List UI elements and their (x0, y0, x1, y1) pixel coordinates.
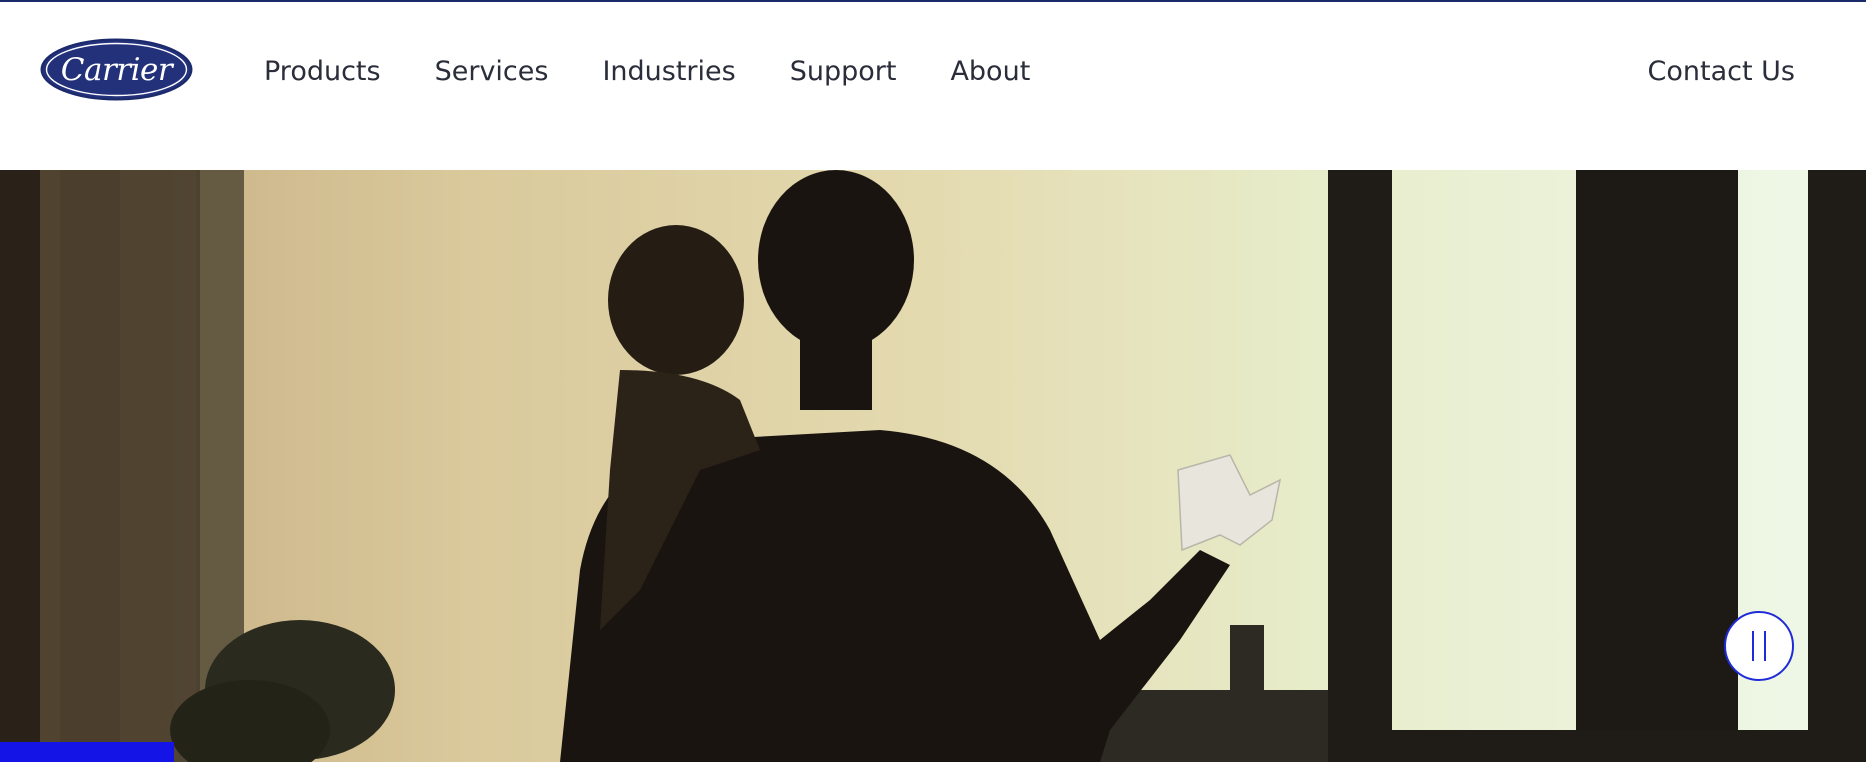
nav-item-services[interactable]: Services (435, 50, 549, 94)
pause-button[interactable] (1724, 611, 1794, 681)
site-header: Carrier Products Services Industries Sup… (0, 2, 1866, 170)
pause-icon (1747, 631, 1771, 661)
primary-nav: Products Services Industries Support Abo… (264, 50, 1084, 94)
nav-item-products[interactable]: Products (264, 50, 381, 94)
nav-item-support[interactable]: Support (790, 50, 897, 94)
nav-item-industries[interactable]: Industries (602, 50, 735, 94)
video-progress-track[interactable] (0, 742, 1866, 762)
nav-item-about[interactable]: About (950, 50, 1030, 94)
video-progress-fill (0, 742, 174, 762)
hero-video (0, 170, 1866, 762)
hero-video-frame (0, 170, 1866, 762)
logo-wordmark: Carrier (60, 51, 173, 88)
contact-us-link[interactable]: Contact Us (1648, 50, 1795, 94)
carrier-logo[interactable]: Carrier (40, 38, 193, 101)
